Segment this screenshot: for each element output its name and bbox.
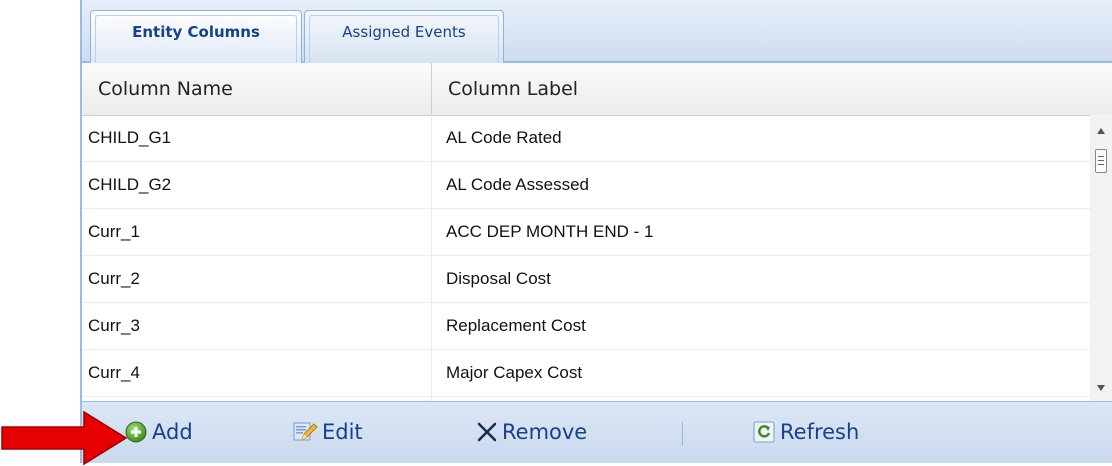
edit-pencil-icon [292,420,318,444]
table-row[interactable]: Curr_4 Major Capex Cost [82,350,1090,397]
tab-strip: Entity Columns Assigned Events [82,0,1112,63]
column-name-cell: Curr_2 [82,256,432,302]
tab-entity-columns-label: Entity Columns [132,23,260,41]
entity-columns-grid: Column Name Column Label CHILD_G1 AL Cod… [82,63,1112,401]
column-label-cell: Replacement Cost [446,316,586,335]
column-label-cell: Disposal Cost [446,269,551,288]
refresh-button-label: Refresh [780,420,860,444]
refresh-button[interactable]: Refresh [752,416,859,448]
column-name-cell: Curr_3 [82,303,432,349]
table-row[interactable]: CHILD_G1 AL Code Rated [82,115,1090,162]
table-row[interactable]: Curr_2 Disposal Cost [82,256,1090,303]
column-header-column-label[interactable]: Column Label [432,63,1112,115]
column-label-cell: Major Capex Cost [446,363,583,382]
grid-header: Column Name Column Label [82,63,1112,116]
x-icon [476,421,498,443]
table-row[interactable]: CHILD_G2 AL Code Assessed [82,162,1090,209]
add-button-label: Add [152,420,193,444]
vertical-scrollbar[interactable] [1090,115,1112,401]
column-label-cell: AL Code Assessed [446,175,590,194]
scroll-up-arrow-icon[interactable] [1097,128,1105,134]
column-name-cell: CHILD_G1 [82,115,432,161]
column-label-cell: AL Code Rated [446,128,562,147]
toolbar-separator [682,422,683,446]
column-name-cell: Curr_1 [82,209,432,255]
tab-assigned-events-label: Assigned Events [342,23,466,41]
column-label-cell: ACC DEP MONTH END - 1 [446,222,654,241]
grid-body: CHILD_G1 AL Code Rated CHILD_G2 AL Code … [82,115,1090,401]
edit-button-label: Edit [322,420,363,444]
red-arrow-icon [1,410,128,466]
edit-button[interactable]: Edit [292,416,363,448]
column-header-column-name[interactable]: Column Name [82,63,432,115]
table-row[interactable]: Curr_1 ACC DEP MONTH END - 1 [82,209,1090,256]
tab-entity-columns[interactable]: Entity Columns [90,10,302,63]
grid-toolbar: Add Edit Remove Refresh [82,401,1112,463]
column-name-cell: CHILD_G2 [82,162,432,208]
tab-assigned-events[interactable]: Assigned Events [304,10,504,63]
refresh-icon [752,420,776,444]
remove-button-label: Remove [502,420,588,444]
table-row[interactable]: Curr_3 Replacement Cost [82,303,1090,350]
scroll-down-arrow-icon[interactable] [1097,385,1105,391]
column-name-cell: Curr_4 [82,350,432,396]
entity-panel: Entity Columns Assigned Events Column Na… [80,0,1112,463]
scroll-thumb[interactable] [1095,149,1107,173]
remove-button[interactable]: Remove [476,416,587,448]
add-button[interactable]: Add [124,416,193,448]
